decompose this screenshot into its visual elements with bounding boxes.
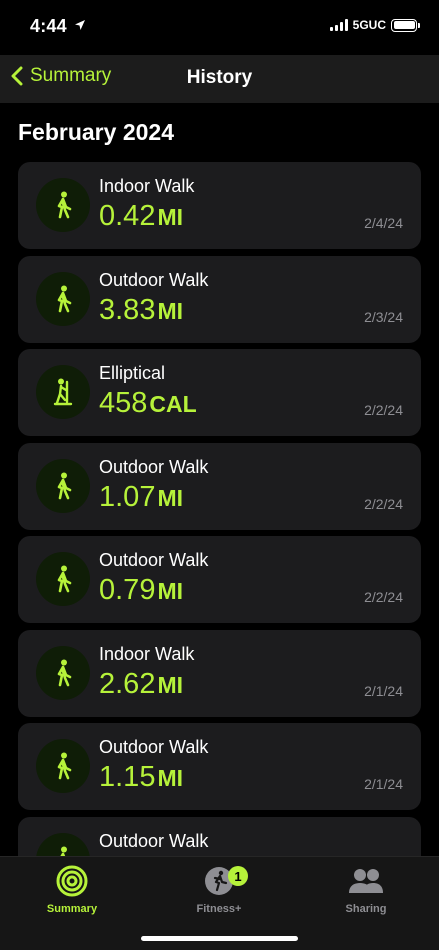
workout-name: Indoor Walk — [99, 176, 195, 196]
workout-metric: 458CAL — [99, 386, 197, 421]
workout-row[interactable]: Indoor Walk 0.42MI 2/4/24 — [18, 162, 421, 249]
workout-name: Elliptical — [99, 363, 166, 383]
workout-row[interactable]: Outdoor Walk 3.83MI 2/3/24 — [18, 255, 421, 343]
workout-value: 1.07 — [99, 480, 156, 513]
page-title: History — [186, 67, 253, 88]
notification-badge: 1 — [228, 866, 248, 886]
workout-date: 2/1/24 — [364, 776, 403, 792]
workout-value: 458 — [99, 387, 148, 419]
workout-date: 2/2/24 — [364, 589, 403, 605]
workout-name: Outdoor Walk — [99, 830, 209, 851]
workout-metric: 0.79MI — [99, 573, 183, 608]
tab-fitness-label: Fitness+ — [196, 903, 242, 915]
workout-name: Outdoor Walk — [99, 269, 209, 290]
workout-date: 2/2/24 — [364, 495, 403, 512]
workout-metric: 0.42MI — [99, 199, 183, 234]
workout-date: 2/4/24 — [364, 215, 403, 231]
workout-unit: MI — [157, 484, 184, 511]
section-header: February 2024 — [18, 119, 174, 145]
workout-metric: 1.07MI — [99, 480, 183, 515]
tab-sharing[interactable]: Sharing — [306, 863, 426, 915]
walking-icon — [36, 739, 90, 793]
elliptical-icon — [36, 365, 90, 419]
workout-row[interactable]: Outdoor Walk 1.07MI 2/2/24 — [18, 442, 421, 530]
workout-metric: 3.83MI — [99, 293, 183, 328]
workout-metric: 1.15MI — [99, 760, 183, 795]
tab-summary[interactable]: Summary — [12, 863, 132, 915]
workout-value: 0.42 — [99, 200, 156, 232]
workout-value: 0.79 — [99, 574, 156, 606]
workout-date: 2/3/24 — [364, 308, 403, 325]
people-icon — [349, 869, 383, 893]
status-indicators: 5GUC — [329, 18, 420, 32]
workout-name: Outdoor Walk — [99, 737, 209, 757]
walking-icon — [36, 645, 90, 700]
workout-unit: MI — [157, 671, 184, 698]
walking-icon — [36, 458, 90, 513]
workout-name: Outdoor Walk — [99, 550, 209, 570]
workout-unit: MI — [157, 578, 184, 604]
tab-sharing-label: Sharing — [345, 903, 387, 915]
tab-fitness-plus[interactable]: 1 Fitness+ — [159, 863, 279, 915]
workout-row[interactable]: Indoor Walk 2.62MI 2/1/24 — [18, 629, 421, 717]
workout-unit: MI — [157, 297, 184, 324]
status-bar: 4:44 5GUC — [0, 0, 439, 55]
home-indicator — [141, 936, 298, 941]
workout-name: Outdoor Walk — [99, 456, 209, 477]
walking-icon — [36, 271, 90, 326]
workout-value: 1.15 — [99, 761, 156, 793]
workout-value: 2.62 — [99, 667, 156, 700]
network-type: 5GUC — [352, 18, 386, 32]
workout-date: 2/2/24 — [364, 402, 403, 418]
battery-icon — [391, 18, 420, 32]
workout-list: Indoor Walk 0.42MI 2/4/24 Outdoor Walk 3… — [18, 162, 421, 910]
workout-unit: MI — [157, 765, 184, 791]
workout-date: 2/1/24 — [364, 682, 403, 699]
status-time: 4:44 — [30, 16, 67, 36]
activity-rings-icon — [56, 865, 88, 897]
workout-metric: 2.62MI — [99, 667, 183, 702]
walking-icon — [36, 178, 90, 232]
walking-icon — [36, 552, 90, 606]
workout-row[interactable]: Elliptical 458CAL 2/2/24 — [18, 349, 421, 436]
workout-row[interactable]: Outdoor Walk 0.79MI 2/2/24 — [18, 536, 421, 623]
workout-unit: CAL — [149, 391, 197, 417]
cellular-signal-icon — [329, 19, 348, 31]
workout-unit: MI — [157, 204, 184, 230]
tab-bar: Summary 1 Fitness+ Sharing — [0, 856, 439, 950]
workout-value: 3.83 — [99, 293, 156, 326]
location-arrow-icon — [75, 20, 85, 30]
workout-row[interactable]: Outdoor Walk 1.15MI 2/1/24 — [18, 723, 421, 810]
navigation-bar: Summary History — [0, 55, 439, 103]
tab-summary-label: Summary — [46, 903, 98, 915]
workout-name: Indoor Walk — [99, 643, 195, 664]
